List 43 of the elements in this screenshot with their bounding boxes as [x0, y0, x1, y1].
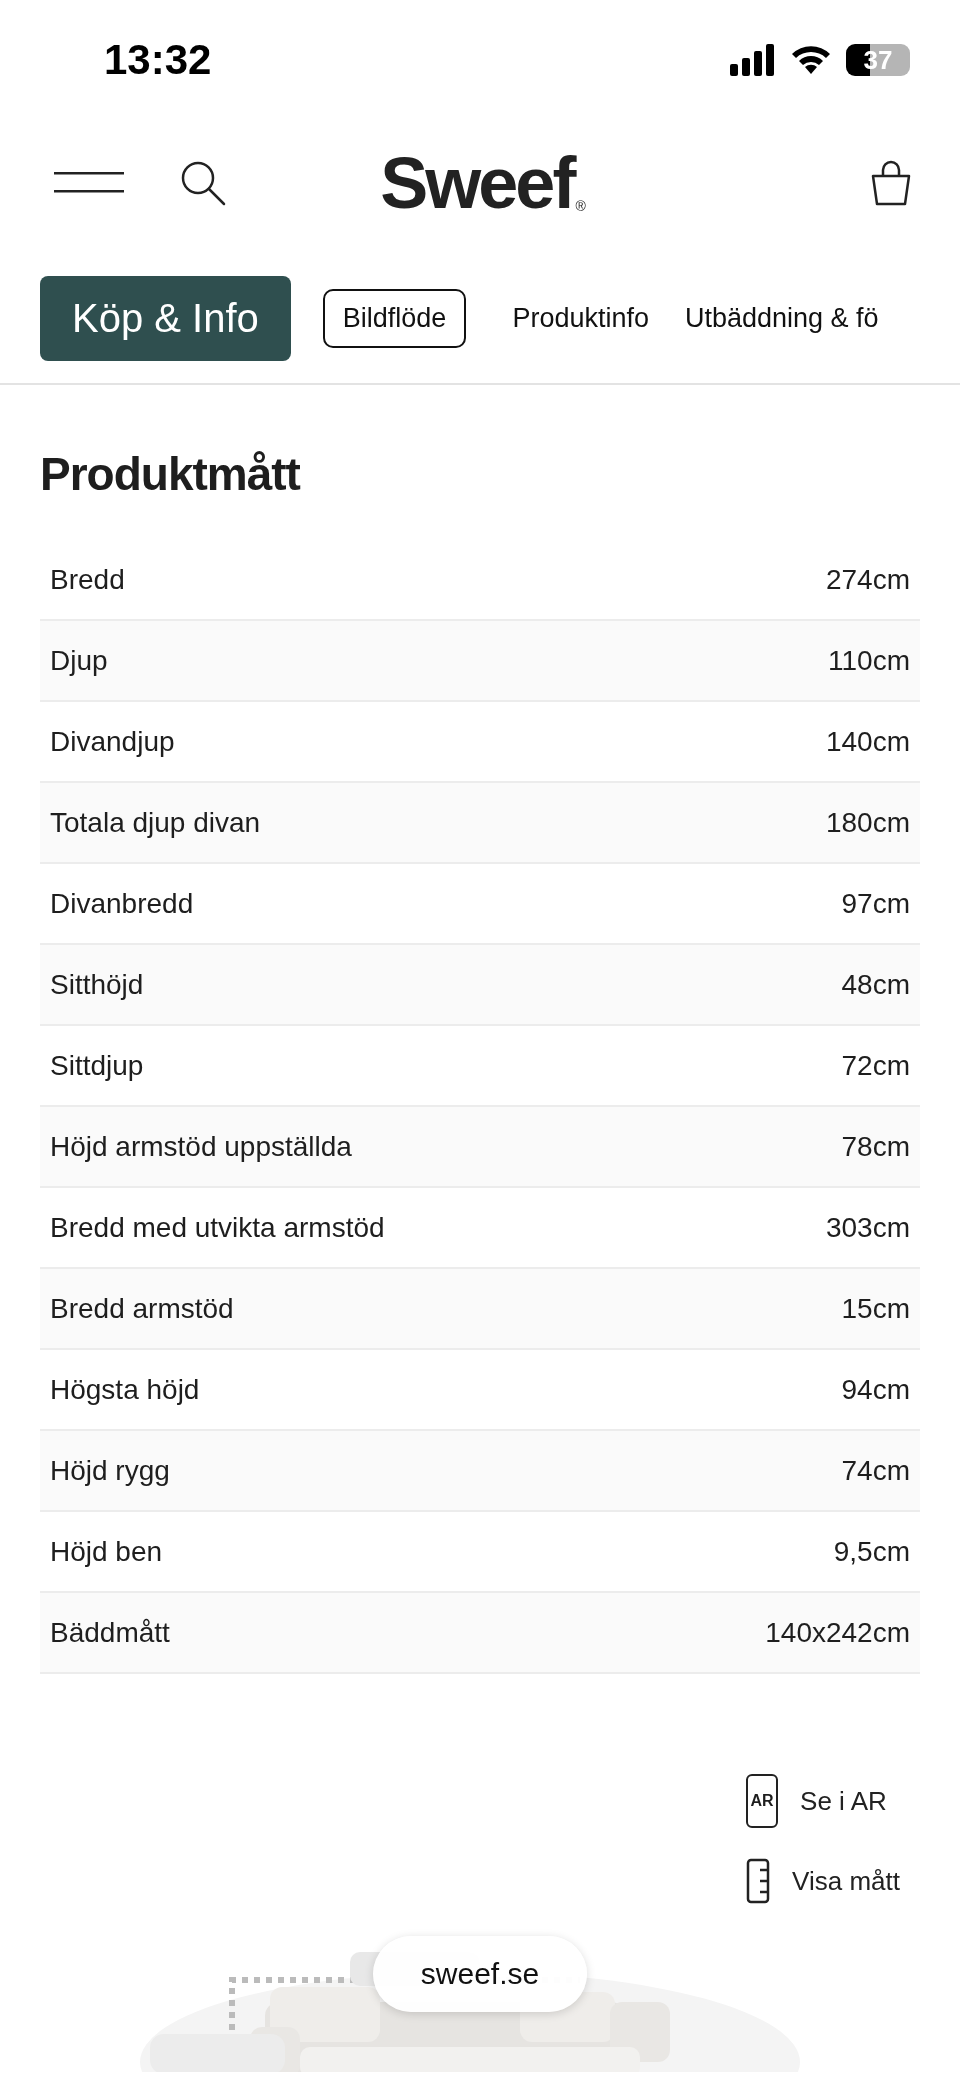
action-link[interactable]: Se i AR: [800, 1785, 887, 1817]
clock-time: 13:32: [104, 36, 212, 84]
table-cell: 9,5cm: [833, 1535, 910, 1568]
table-cell: Sittdjup: [50, 1049, 144, 1082]
table-cell: Högsta höjd: [50, 1373, 200, 1406]
signal-icon: [730, 44, 776, 76]
table-cell: Bredd: [50, 563, 125, 596]
table-cell: Höjd armstöd uppställda: [50, 1130, 352, 1163]
url-bar[interactable]: sweef.se: [373, 1936, 587, 2012]
table-cell: Totala djup divan: [50, 806, 261, 839]
ar-phone-icon[interactable]: AR: [746, 1774, 779, 1828]
table-cell: 140x242cm: [765, 1616, 910, 1649]
table-cell: 303cm: [825, 1211, 910, 1244]
table-cell: 94cm: [841, 1373, 910, 1406]
shopping-bag-icon[interactable]: [870, 159, 912, 206]
table-cell: 180cm: [825, 806, 910, 839]
table-cell: 72cm: [841, 1049, 910, 1082]
wifi-icon: [790, 44, 832, 76]
section-heading: Produktmått: [40, 447, 302, 502]
table-cell: Höjd rygg: [50, 1454, 170, 1487]
table-cell: Bredd armstöd: [50, 1292, 234, 1325]
table-cell: Djup: [50, 644, 108, 677]
tab[interactable]: Utbäddning & fö: [682, 287, 881, 350]
table-cell: Divandjup: [50, 725, 175, 758]
ruler-icon[interactable]: [746, 1858, 771, 1904]
tab[interactable]: Bildflöde: [322, 289, 467, 348]
tab[interactable]: Produktinfo: [510, 287, 651, 350]
table-cell: Bredd med utvikta armstöd: [50, 1211, 385, 1244]
table-cell: 78cm: [841, 1130, 910, 1163]
table-cell: 15cm: [841, 1292, 910, 1325]
tab[interactable]: Köp & Info: [40, 276, 291, 361]
table-cell: Sitthöjd: [50, 968, 144, 1001]
table-cell: 48cm: [841, 968, 910, 1001]
table-cell: 97cm: [841, 887, 910, 920]
table-cell: 74cm: [841, 1454, 910, 1487]
brand-logo[interactable]: Sweef®: [380, 141, 586, 224]
table-cell: Höjd ben: [50, 1535, 163, 1568]
table-cell: Bäddmått: [50, 1616, 170, 1649]
table-cell: 110cm: [828, 644, 910, 677]
action-link[interactable]: Visa mått: [792, 1865, 900, 1897]
table-cell: 274cm: [825, 563, 910, 596]
table-cell: 140cm: [825, 725, 910, 758]
table-cell: Divanbredd: [50, 887, 194, 920]
